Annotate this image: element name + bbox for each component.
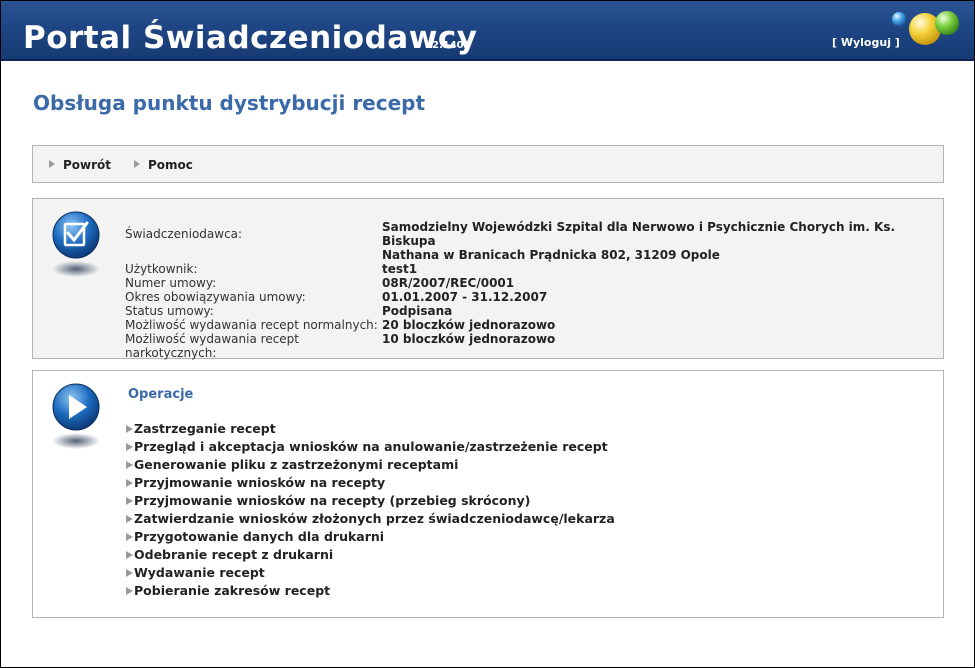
operation-label: Przyjmowanie wniosków na recepty bbox=[134, 475, 386, 490]
arrow-right-icon bbox=[126, 479, 133, 487]
info-label: Status umowy: bbox=[125, 304, 214, 318]
info-value: Podpisana bbox=[382, 304, 453, 318]
info-row-contract-period: Okres obowiązywania umowy: 01.01.2007 - … bbox=[125, 290, 902, 304]
arrow-right-icon bbox=[49, 160, 55, 168]
operations-title: Operacje bbox=[128, 387, 194, 402]
operation-label: Zatwierdzanie wniosków złożonych przez ś… bbox=[134, 511, 615, 526]
back-label: Powrót bbox=[63, 158, 112, 172]
operation-link-prepare-print-data[interactable]: Przygotowanie danych dla drukarni bbox=[126, 528, 615, 546]
provider-info-panel: Świadczeniodawca: Samodzielny Wojewódzki… bbox=[32, 198, 944, 360]
arrow-right-icon bbox=[126, 443, 133, 451]
info-value: 10 bloczków jednorazowo bbox=[382, 332, 556, 346]
operation-label: Przygotowanie danych dla drukarni bbox=[134, 529, 385, 544]
help-button[interactable]: Pomoc bbox=[134, 158, 193, 172]
info-label: Użytkownik: bbox=[125, 262, 198, 276]
play-icon bbox=[52, 383, 100, 449]
operation-link-download-ranges[interactable]: Pobieranie zakresów recept bbox=[126, 582, 615, 600]
operation-link-accept-requests[interactable]: Przyjmowanie wniosków na recepty bbox=[126, 474, 615, 492]
info-value: 20 bloczków jednorazowo bbox=[382, 318, 556, 332]
info-row-normal-prescriptions: Możliwość wydawania recept normalnych: 2… bbox=[125, 318, 902, 332]
info-row-provider: Świadczeniodawca: Samodzielny Wojewódzki… bbox=[125, 220, 902, 262]
operation-link-accept-requests-short[interactable]: Przyjmowanie wniosków na recepty (przebi… bbox=[126, 492, 615, 510]
info-label: Numer umowy: bbox=[125, 276, 217, 290]
provider-info-table: Świadczeniodawca: Samodzielny Wojewódzki… bbox=[125, 220, 902, 360]
back-button[interactable]: Powrót bbox=[49, 158, 111, 172]
info-row-narcotic-prescriptions: Możliwość wydawania recept narkotycznych… bbox=[125, 332, 902, 360]
operation-link-issue-prescriptions[interactable]: Wydawanie recept bbox=[126, 564, 615, 582]
info-value: test1 bbox=[382, 262, 418, 276]
info-value: Samodzielny Wojewódzki Szpital dla Nerwo… bbox=[382, 220, 902, 262]
operation-label: Przegląd i akceptacja wniosków na anulow… bbox=[134, 439, 608, 454]
page-title: Obsługa punktu dystrybucji recept bbox=[33, 91, 426, 115]
info-value: 01.01.2007 - 31.12.2007 bbox=[382, 290, 548, 304]
operations-list: Zastrzeganie recept Przegląd i akceptacj… bbox=[126, 420, 615, 600]
arrow-right-icon bbox=[126, 551, 133, 559]
arrow-right-icon bbox=[126, 587, 133, 595]
toolbar: Powrót Pomoc bbox=[32, 145, 944, 183]
checkmark-document-icon bbox=[52, 211, 100, 277]
info-label: Świadczeniodawca: bbox=[125, 227, 243, 241]
info-value: 08R/2007/REC/0001 bbox=[382, 276, 515, 290]
operation-label: Generowanie pliku z zastrzeżonymi recept… bbox=[134, 457, 459, 472]
operation-label: Zastrzeganie recept bbox=[134, 421, 276, 436]
operation-label: Odebranie recept z drukarni bbox=[134, 547, 334, 562]
info-label: Możliwość wydawania recept normalnych: bbox=[125, 318, 378, 332]
logo-orbs-icon bbox=[892, 11, 959, 45]
help-label: Pomoc bbox=[148, 158, 193, 172]
app-version: 2.1401 bbox=[432, 40, 471, 51]
info-row-user: Użytkownik: test1 bbox=[125, 262, 902, 276]
arrow-right-icon bbox=[126, 425, 133, 433]
app-title: Portal Świadczeniodawcy bbox=[23, 20, 478, 56]
operation-label: Wydawanie recept bbox=[134, 565, 265, 580]
arrow-right-icon bbox=[126, 497, 133, 505]
arrow-right-icon bbox=[134, 160, 140, 168]
info-label: Okres obowiązywania umowy: bbox=[125, 290, 306, 304]
arrow-right-icon bbox=[126, 569, 133, 577]
operation-label: Pobieranie zakresów recept bbox=[134, 583, 331, 598]
arrow-right-icon bbox=[126, 461, 133, 469]
arrow-right-icon bbox=[126, 533, 133, 541]
operations-panel: Operacje Zastrzeganie recept Przegląd i … bbox=[32, 370, 944, 618]
operation-link-receive-from-printer[interactable]: Odebranie recept z drukarni bbox=[126, 546, 615, 564]
app-header: Portal Świadczeniodawcy 2.1401 [ Wyloguj… bbox=[1, 1, 974, 61]
operation-label: Przyjmowanie wniosków na recepty (przebi… bbox=[134, 493, 531, 508]
arrow-right-icon bbox=[126, 515, 133, 523]
info-row-contract-status: Status umowy: Podpisana bbox=[125, 304, 902, 318]
operation-link-approve-requests[interactable]: Zatwierdzanie wniosków złożonych przez ś… bbox=[126, 510, 615, 528]
provider-name-line1: Samodzielny Wojewódzki Szpital dla Nerwo… bbox=[382, 220, 896, 248]
operation-link-restrict-prescriptions[interactable]: Zastrzeganie recept bbox=[126, 420, 615, 438]
info-row-contract-number: Numer umowy: 08R/2007/REC/0001 bbox=[125, 276, 902, 290]
provider-name-line2: Nathana w Branicach Prądnicka 802, 31209… bbox=[382, 248, 720, 262]
operation-link-generate-restricted-file[interactable]: Generowanie pliku z zastrzeżonymi recept… bbox=[126, 456, 615, 474]
operation-link-review-cancellation-requests[interactable]: Przegląd i akceptacja wniosków na anulow… bbox=[126, 438, 615, 456]
browser-frame: Portal Świadczeniodawcy 2.1401 [ Wyloguj… bbox=[0, 0, 975, 668]
info-label: Możliwość wydawania recept narkotycznych… bbox=[125, 332, 299, 360]
